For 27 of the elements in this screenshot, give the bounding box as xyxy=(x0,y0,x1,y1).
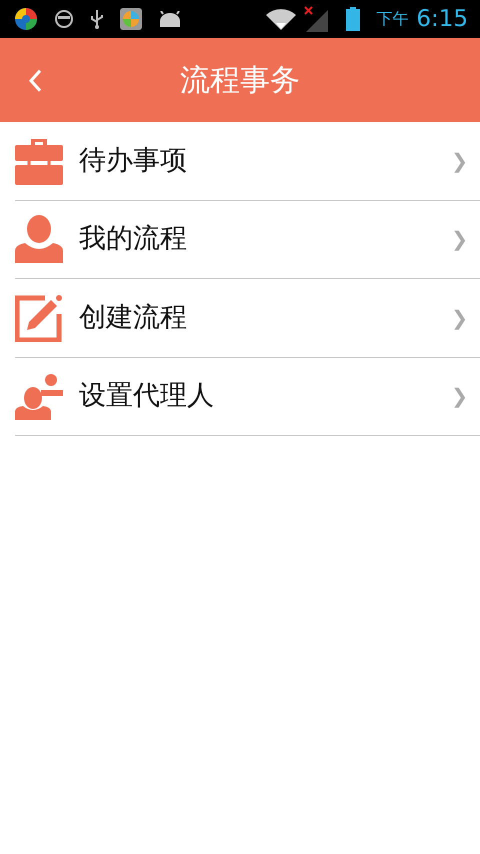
edit-icon xyxy=(15,294,63,342)
item-label: 创建流程 xyxy=(79,300,188,334)
signal-icon xyxy=(304,6,330,32)
wifi-icon xyxy=(266,8,296,30)
menu-item[interactable]: 设置代理人 ❯ xyxy=(15,358,480,436)
person-icon xyxy=(15,215,63,264)
app-icon xyxy=(120,8,142,30)
item-label: 待办事项 xyxy=(79,144,188,178)
chevron-icon: ❯ xyxy=(451,146,468,176)
chevron-icon: ❯ xyxy=(451,302,468,333)
agent-icon xyxy=(15,372,63,420)
page-title: 流程事务 xyxy=(180,62,300,100)
menu-item[interactable]: 创建流程 ❯ xyxy=(15,279,480,358)
android-icon xyxy=(158,11,182,27)
menu-item[interactable]: 待办事项 ❯ xyxy=(15,122,480,200)
back-icon[interactable] xyxy=(28,68,42,92)
app-icon xyxy=(14,7,38,31)
chevron-icon: ❯ xyxy=(451,224,468,254)
item-label: 我的流程 xyxy=(79,222,188,256)
chevron-icon: ❯ xyxy=(451,381,468,412)
time-period: 下午 xyxy=(376,11,408,27)
usb-icon xyxy=(90,8,104,30)
clock-time: 6:15 xyxy=(416,8,468,30)
menu-item[interactable]: 我的流程 ❯ xyxy=(15,200,480,279)
battery-icon xyxy=(346,7,360,31)
briefcase-icon xyxy=(15,136,63,185)
item-label: 设置代理人 xyxy=(79,379,215,413)
